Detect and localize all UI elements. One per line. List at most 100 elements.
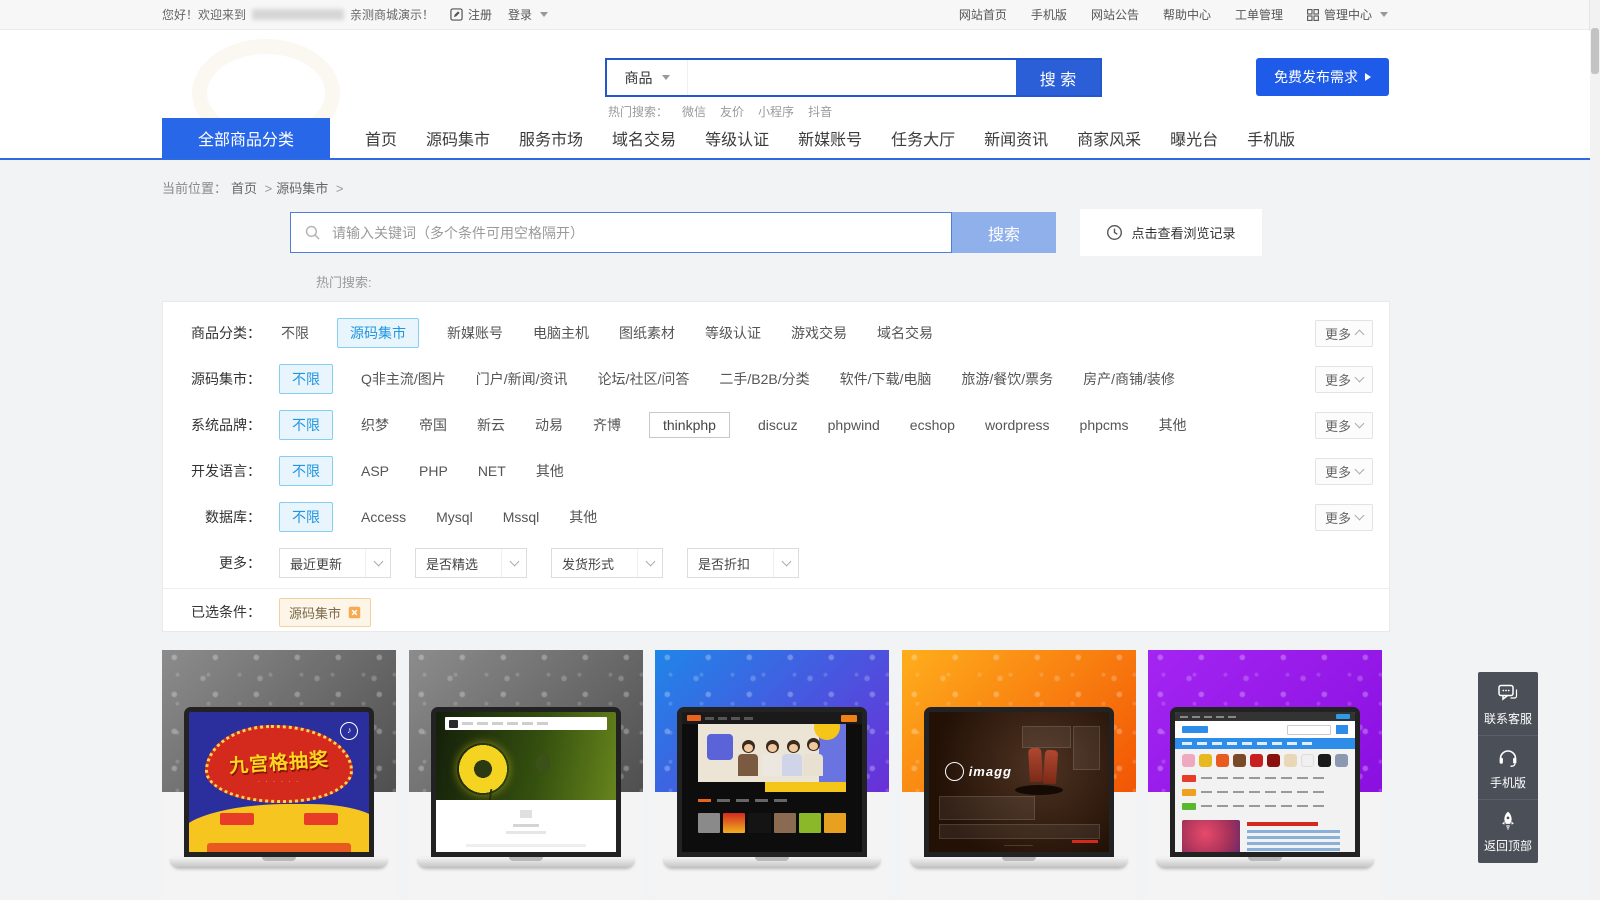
main-search-button[interactable]: 搜 索 <box>1016 60 1100 95</box>
chat-icon <box>1498 684 1518 701</box>
register-link[interactable]: 注册 <box>450 6 492 23</box>
filter-option[interactable]: 论坛/社区/问答 <box>596 365 692 393</box>
filter-option[interactable]: 电脑主机 <box>531 319 591 347</box>
filter-option[interactable]: 源码集市 <box>337 318 419 348</box>
scrollbar[interactable] <box>1589 0 1600 900</box>
filter-option[interactable]: 新媒账号 <box>445 319 505 347</box>
nav-item[interactable]: 手机版 <box>1247 126 1295 150</box>
topbar-link[interactable]: 网站公告 <box>1091 6 1139 23</box>
dropdown-recent-update[interactable]: 最近更新 <box>279 548 391 578</box>
breadcrumb-link[interactable]: 源码集市 <box>276 178 343 197</box>
nav-item[interactable]: 服务市场 <box>519 126 583 150</box>
filter-option[interactable]: 图纸素材 <box>617 319 677 347</box>
admin-center-link[interactable]: 管理中心 <box>1307 6 1388 23</box>
contact-service-button[interactable]: 联系客服 <box>1478 672 1538 736</box>
filter-option[interactable]: 旅游/餐饮/票务 <box>959 365 1055 393</box>
filter-option[interactable]: 新云 <box>475 411 507 439</box>
filter-option[interactable]: 等级认证 <box>703 319 763 347</box>
filter-option[interactable]: 软件/下载/电脑 <box>838 365 934 393</box>
nav-item[interactable]: 新媒账号 <box>798 126 862 150</box>
search-icon <box>305 225 320 240</box>
keyword-search-input[interactable] <box>330 223 951 242</box>
filter-option[interactable]: 不限 <box>279 502 333 532</box>
filter-panel: 商品分类： 不限 源码集市 新媒账号 电脑主机 图纸素材 等级认证 游戏交易 域名交易 更多 … <box>162 301 1390 632</box>
filter-option[interactable]: thinkphp <box>649 412 730 438</box>
search-category-select[interactable]: 商品 <box>607 60 688 95</box>
topbar-link[interactable]: 工单管理 <box>1235 6 1283 23</box>
login-link[interactable]: 登录 <box>508 6 549 23</box>
nav-item[interactable]: 首页 <box>365 126 397 150</box>
filter-option[interactable]: Mysql <box>434 505 475 529</box>
scrollbar-thumb[interactable] <box>1591 28 1599 74</box>
filter-option[interactable]: 不限 <box>279 319 311 347</box>
topbar-link[interactable]: 网站首页 <box>959 6 1007 23</box>
headset-icon <box>1499 749 1517 767</box>
filter-option[interactable]: 不限 <box>279 364 333 394</box>
filter-option[interactable]: wordpress <box>983 413 1052 437</box>
more-button[interactable]: 更多 <box>1315 365 1373 393</box>
filter-option[interactable]: Mssql <box>501 505 542 529</box>
filter-option[interactable]: 其他 <box>534 457 566 485</box>
publish-demand-button[interactable]: 免费发布需求 <box>1256 58 1389 96</box>
filter-option[interactable]: phpcms <box>1078 413 1131 437</box>
product-card[interactable] <box>1148 650 1382 900</box>
product-card[interactable]: imagg ──────── <box>901 650 1136 900</box>
more-button[interactable]: 更多 <box>1315 503 1373 531</box>
filter-option[interactable]: Q非主流/图片 <box>359 365 448 393</box>
topbar-link[interactable]: 帮助中心 <box>1163 6 1211 23</box>
filter-option[interactable]: 动易 <box>533 411 565 439</box>
filter-option[interactable]: NET <box>476 459 508 483</box>
all-categories-button[interactable]: 全部商品分类 <box>162 118 330 158</box>
filter-option[interactable]: 游戏交易 <box>789 319 849 347</box>
filter-options: 不限 Access Mysql Mssql 其他 <box>279 502 1315 532</box>
product-card[interactable] <box>408 650 643 900</box>
product-card[interactable]: 九宫格抽奖 · · · · · · ♪ <box>162 650 396 900</box>
back-to-top-button[interactable]: 返回顶部 <box>1478 800 1538 863</box>
filter-option[interactable]: Access <box>359 505 408 529</box>
browse-history-link[interactable]: 点击查看浏览记录 <box>1080 209 1262 256</box>
keyword-search-button[interactable]: 搜索 <box>952 212 1056 253</box>
breadcrumb-links: 首页源码集市 <box>231 178 343 197</box>
dropdown-discount[interactable]: 是否折扣 <box>687 548 799 578</box>
dropdown-delivery-type[interactable]: 发货形式 <box>551 548 663 578</box>
filter-option[interactable]: PHP <box>417 459 450 483</box>
filter-option[interactable]: phpwind <box>826 413 882 437</box>
filter-row-database: 数据库： 不限 Access Mysql Mssql 其他 更多 <box>163 494 1389 540</box>
filter-option[interactable]: ASP <box>359 459 391 483</box>
filter-option[interactable]: 齐博 <box>591 411 623 439</box>
filter-option[interactable]: ecshop <box>908 413 957 437</box>
nav-item[interactable]: 域名交易 <box>612 126 676 150</box>
filter-option[interactable]: 织梦 <box>359 411 391 439</box>
remove-tag-icon[interactable] <box>348 606 361 619</box>
nav-item[interactable]: 商家风采 <box>1077 126 1141 150</box>
page: 您好！欢迎来到 亲测商城演示！ 注册 登录 网站首页 手机版 网站公告 帮助中心 工单管… <box>0 0 1600 900</box>
nav-item[interactable]: 源码集市 <box>426 126 490 150</box>
filter-option[interactable]: 二手/B2B/分类 <box>717 365 811 393</box>
breadcrumb-link[interactable]: 首页 <box>231 178 272 197</box>
filter-option[interactable]: 帝国 <box>417 411 449 439</box>
filter-option[interactable]: discuz <box>756 413 800 437</box>
filter-option[interactable]: 不限 <box>279 410 333 440</box>
filter-option[interactable]: 域名交易 <box>875 319 935 347</box>
more-button[interactable]: 更多 <box>1315 319 1373 347</box>
nav-item[interactable]: 新闻资讯 <box>984 126 1048 150</box>
mobile-version-button[interactable]: 手机版 <box>1478 736 1538 800</box>
nav-item[interactable]: 任务大厅 <box>891 126 955 150</box>
dropdown-featured[interactable]: 是否精选 <box>415 548 527 578</box>
filter-option[interactable]: 其他 <box>1157 411 1189 439</box>
product-grid: 九宫格抽奖 · · · · · · ♪ imagg ──────── <box>162 650 1382 900</box>
filter-option[interactable]: 房产/商铺/装修 <box>1081 365 1177 393</box>
more-button[interactable]: 更多 <box>1315 411 1373 439</box>
topbar-link[interactable]: 手机版 <box>1031 6 1067 23</box>
filter-option[interactable]: 门户/新闻/资讯 <box>474 365 570 393</box>
nav-item[interactable]: 等级认证 <box>705 126 769 150</box>
filter-option[interactable]: 不限 <box>279 456 333 486</box>
laptop-mockup <box>417 707 634 867</box>
filter-label: 商品分类： <box>191 325 261 341</box>
selected-filter-tag[interactable]: 源码集市 <box>279 597 372 627</box>
main-search-input[interactable] <box>688 60 1016 95</box>
product-card[interactable] <box>655 650 889 900</box>
nav-item[interactable]: 曝光台 <box>1170 126 1218 150</box>
filter-option[interactable]: 其他 <box>567 503 599 531</box>
more-button[interactable]: 更多 <box>1315 457 1373 485</box>
